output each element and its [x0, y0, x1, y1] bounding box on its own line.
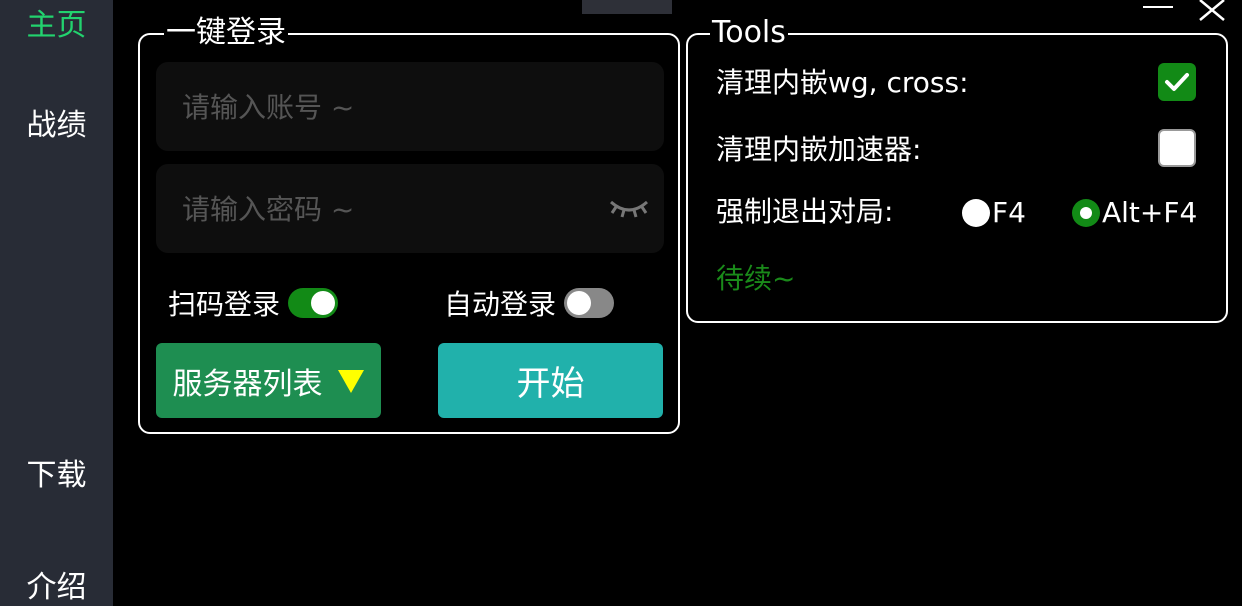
eye-closed-icon[interactable]: [608, 196, 650, 220]
clean-accel-label: 清理内嵌加速器:: [716, 133, 922, 166]
sidebar-item-about[interactable]: 介绍: [0, 568, 113, 606]
checkmark-icon: [1165, 73, 1189, 91]
auto-login-label: 自动登录: [444, 288, 557, 321]
start-label: 开始: [516, 364, 585, 404]
tools-panel-title: Tools: [710, 15, 788, 51]
sidebar-item-download[interactable]: 下载: [0, 456, 113, 496]
password-field: [156, 164, 664, 255]
toggle-knob: [311, 291, 336, 315]
clean-wg-label: 清理内嵌wg, cross:: [716, 66, 969, 99]
clean-accel-checkbox[interactable]: [1158, 129, 1196, 167]
qr-login-label: 扫码登录: [168, 288, 281, 321]
server-list-label: 服务器列表: [172, 366, 323, 402]
radio-label: F4: [992, 196, 1026, 229]
login-panel: 一键登录 扫码登录 自动登录 服务器列表: [138, 15, 680, 434]
start-button[interactable]: 开始: [438, 343, 663, 418]
qr-login-toggle[interactable]: [288, 288, 339, 318]
app-window: 主页 战绩 下载 介绍 一键登录 扫码登录: [0, 0, 1242, 606]
password-input[interactable]: [180, 164, 604, 255]
force-quit-label: 强制退出对局:: [716, 195, 894, 228]
force-quit-option-f4[interactable]: F4: [962, 196, 1026, 229]
login-panel-title: 一键登录: [164, 15, 288, 51]
toggle-knob: [567, 291, 592, 315]
account-input[interactable]: [180, 62, 604, 153]
auto-login-row: 自动登录: [444, 283, 615, 323]
auto-login-toggle[interactable]: [564, 288, 615, 318]
force-quit-option-alt-f4[interactable]: Alt+F4: [1072, 196, 1197, 229]
tools-panel: Tools 清理内嵌wg, cross: 清理内嵌加速器: 强制退出对局: F4…: [686, 15, 1228, 323]
clean-wg-checkbox[interactable]: [1158, 63, 1196, 101]
radio-button: [962, 198, 990, 227]
radio-button: [1072, 198, 1100, 227]
sidebar: 主页 战绩 下载 介绍: [0, 0, 113, 606]
sidebar-item-home[interactable]: 主页: [0, 6, 113, 46]
minimize-button[interactable]: [1143, 0, 1173, 14]
triangle-down-icon: [337, 369, 364, 393]
account-field: [156, 62, 664, 153]
drag-handle[interactable]: [582, 0, 672, 14]
sidebar-item-records[interactable]: 战绩: [0, 106, 113, 146]
qr-login-row: 扫码登录: [168, 283, 339, 323]
radio-label: Alt+F4: [1102, 196, 1198, 229]
pending-text: 待续~: [716, 262, 796, 295]
close-icon: [1199, 0, 1225, 21]
close-button[interactable]: [1196, 0, 1228, 22]
server-list-button[interactable]: 服务器列表: [156, 343, 381, 418]
